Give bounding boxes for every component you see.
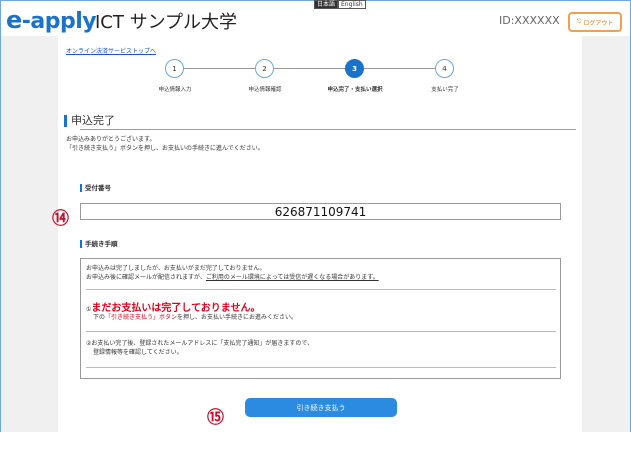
logout-icon: ⎋ bbox=[576, 18, 582, 25]
separator bbox=[86, 289, 556, 290]
step-2-circle: 2 bbox=[255, 59, 274, 78]
step-1-circle: 1 bbox=[165, 59, 184, 78]
logout-label: ログアウト bbox=[583, 19, 614, 27]
step-2-label: 申込情報確認 bbox=[248, 87, 282, 93]
receipt-number: 626871109741 bbox=[80, 203, 561, 220]
logout-button[interactable]: ⎋ ログアウト bbox=[568, 12, 622, 32]
annotation-marker-15: ⑮ bbox=[207, 408, 224, 428]
lang-en-button[interactable]: English bbox=[338, 0, 366, 9]
eapply-logo[interactable]: e-apply bbox=[6, 6, 97, 34]
intro-line-2: 「引き続き支払う」ボタンを押し、お支払いの手続きに進んでください。 bbox=[66, 145, 264, 152]
procedure-line-1: お申込みは完了しましたが、お支払いがまだ完了しておりません。 bbox=[86, 265, 266, 272]
step-4-circle: 4 bbox=[435, 59, 454, 78]
user-id: ID:XXXXXX bbox=[499, 14, 560, 27]
language-switch: 日本語 English bbox=[314, 0, 366, 9]
separator bbox=[86, 331, 556, 332]
intro-line-1: お申込みありがとうございます。 bbox=[66, 136, 156, 143]
warning-instr-a: 下の bbox=[93, 314, 106, 321]
title-divider bbox=[80, 129, 576, 130]
procedure-line-2: お申込み後に確認メールが配信されますが、ご利用のメール環境によっては受信が遅くな… bbox=[86, 273, 379, 282]
lang-ja-button[interactable]: 日本語 bbox=[314, 0, 339, 9]
intro-text: お申込みありがとうございます。 「引き続き支払う」ボタンを押し、お支払いの手続き… bbox=[66, 135, 264, 153]
logo-e: e bbox=[6, 6, 22, 34]
mail-note: ご利用のメール環境によっては受信が遅くなる場合があります。 bbox=[205, 274, 379, 281]
step2-line-2: 登録情報等を確認してください。 bbox=[93, 349, 183, 356]
warning-instruction: 下の「引き続き支払う」ボタンを押し、お支払い手続きにお進みください。 bbox=[93, 312, 297, 321]
university-name: ICT サンプル大学 bbox=[95, 12, 238, 33]
continue-payment-button[interactable]: 引き続き支払う bbox=[245, 398, 397, 417]
procedure-heading: 手続き手順 bbox=[80, 240, 118, 248]
warning-instr-c: を押し、お支払い手続きにお進みください。 bbox=[177, 314, 298, 321]
header: e-apply ICT サンプル大学 日本語 English ID:XXXXXX… bbox=[0, 0, 629, 38]
procedure-box: お申込みは完了しましたが、お支払いがまだ完了しておりません。 お申込み後に確認メ… bbox=[80, 258, 561, 379]
shop-top-link[interactable]: オンライン決済サービストップへ bbox=[66, 46, 156, 55]
annotation-marker-14: ⑭ bbox=[52, 209, 69, 229]
step2-line-1: ②お支払い完了後、登録されたメールアドレスに「支払完了通知」が届きますので、 bbox=[86, 340, 314, 347]
receipt-heading: 受付番号 bbox=[80, 184, 111, 192]
logo-text: -apply bbox=[21, 9, 97, 34]
step-4-label: 支払い完了 bbox=[431, 87, 459, 93]
step-1-label: 申込情報入力 bbox=[158, 87, 192, 93]
step-3-label: 申込完了・支払い選択 bbox=[327, 87, 383, 93]
step-3-circle: 3 bbox=[345, 59, 364, 78]
separator bbox=[86, 367, 556, 368]
steps-connector bbox=[175, 68, 445, 69]
page-title: 申込完了 bbox=[64, 115, 115, 127]
warning-instr-button-ref: 「引き続き支払う」ボタン bbox=[105, 314, 178, 321]
procedure-line-2a: お申込み後に確認メールが配信されますが、 bbox=[86, 274, 206, 281]
